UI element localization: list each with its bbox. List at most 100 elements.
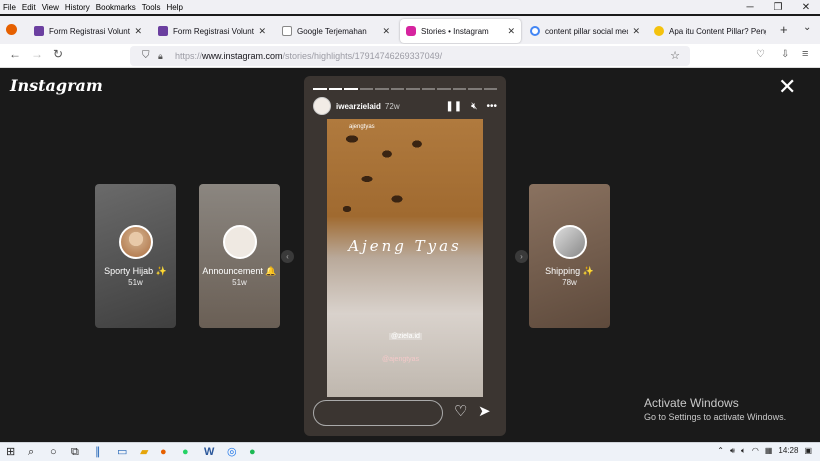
story-time: 72w [384,101,400,111]
reload-icon[interactable]: ↻ [53,47,63,61]
speaker-icon[interactable]: 🔈︎ [741,446,746,456]
next-story-arrow[interactable]: › [515,250,528,263]
firefox-icon[interactable] [6,24,17,35]
progress-segment [406,88,420,90]
highlight-title: Shipping ✨ [545,266,594,276]
instagram-logo[interactable]: Instagram [10,76,103,95]
tab-label: Apa itu Content Pillar? Peng [669,26,766,36]
tab-instagram-stories[interactable]: Stories • Instagram ✕ [400,19,521,43]
windows-start-icon[interactable]: ⊞ [6,445,15,460]
menu-edit[interactable]: Edit [19,3,39,12]
highlight-avatar [119,225,153,259]
reply-input[interactable] [313,400,443,426]
clock[interactable]: 14:28 [778,446,798,456]
menu-icon[interactable]: ≡ [802,48,808,60]
close-tab-icon[interactable]: ✕ [134,26,142,37]
tab-label: Google Terjemahan [297,26,367,36]
minimize-button[interactable]: ─ [736,0,764,16]
story-mention-tag[interactable]: @ajengtyas [382,356,419,363]
form-icon [158,26,168,36]
bookmark-star-icon[interactable]: ☆ [670,46,680,66]
pocket-icon[interactable]: ♡ [756,49,765,60]
story-controls: ❚❚ 🔇︎ ••• [445,101,497,112]
folder-icon[interactable]: ▭ [117,445,127,460]
notification-icon[interactable]: ▣ [804,446,812,456]
story-mention-tag[interactable]: @ziela.id [389,333,422,340]
menu-tools[interactable]: Tools [139,3,164,12]
progress-segment [344,88,358,90]
close-tab-icon[interactable]: ✕ [507,26,515,37]
menu-bar: File Edit View History Bookmarks Tools H… [0,0,820,14]
downloads-icon[interactable]: ⇩ [781,49,789,60]
spotify-icon[interactable]: ● [249,445,256,460]
close-stories-button[interactable]: ✕ [778,76,796,98]
tab-form-2[interactable]: Form Registrasi Volunteer Jak ✕ [152,19,272,43]
browser-icon[interactable]: ◎ [227,445,237,460]
progress-segment [390,88,404,90]
send-icon[interactable]: ➤ [478,402,491,420]
tab-form-1[interactable]: Form Registrasi Volunteer Jak ✕ [28,19,148,43]
watermark-line-1: Activate Windows [644,396,739,410]
task-view-icon[interactable]: ⧉ [71,445,79,460]
progress-segment [375,88,389,90]
maximize-button[interactable]: ❐ [764,0,792,16]
story-media[interactable]: ajengtyas Ajeng Tyas @ziela.id @ajengtya… [327,119,483,397]
close-window-button[interactable]: ✕ [792,0,820,16]
close-tab-icon[interactable]: ✕ [632,26,640,37]
progress-segment [313,88,327,90]
forward-icon[interactable]: → [31,47,43,61]
heart-icon[interactable]: ♡ [454,402,467,420]
whatsapp-icon[interactable]: ● [182,445,189,460]
back-icon[interactable]: ← [9,47,21,61]
mute-icon[interactable]: 🔇︎ [471,101,477,112]
pen-app-icon[interactable]: ∥ [95,445,101,460]
tab-bar: Form Registrasi Volunteer Jak ✕ Form Reg… [0,16,820,44]
pause-icon[interactable]: ❚❚ [445,101,462,112]
emoji-icon [654,26,664,36]
menu-view[interactable]: View [39,3,62,12]
menu-bookmarks[interactable]: Bookmarks [93,3,139,12]
close-tab-icon[interactable]: ✕ [258,26,266,37]
cortana-icon[interactable]: ○ [50,445,57,460]
address-bar[interactable]: ⛉ 🔒︎ https://www.instagram.com/stories/h… [130,46,690,66]
list-tabs-icon[interactable]: ⌄ [803,22,811,33]
lock-icon[interactable]: 🔒︎ [158,46,163,66]
search-icon[interactable]: ⌕ [28,445,34,460]
keyboard-icon[interactable]: ▦ [765,446,773,456]
page-icon [282,26,292,36]
story-avatar[interactable] [313,97,331,115]
navigation-bar: ← → ↻ ⛉ 🔒︎ https://www.instagram.com/sto… [0,44,820,68]
highlight-age: 51w [128,278,143,287]
progress-segment [421,88,435,90]
tab-content-pillar[interactable]: content pillar social media - ✕ [524,19,646,43]
story-username[interactable]: iwearzielaid [336,102,381,111]
tab-google-translate[interactable]: Google Terjemahan ✕ [276,19,396,43]
close-tab-icon[interactable]: ✕ [382,26,390,37]
chevron-up-icon[interactable]: ⌃ [717,446,724,456]
url-path: /stories/highlights/17914746269337049/ [282,51,443,61]
highlight-age: 78w [562,278,577,287]
volume-icon[interactable]: 🔊︎ [730,446,735,456]
google-icon [530,26,540,36]
file-explorer-icon[interactable]: ▰ [140,445,148,460]
story-header: iwearzielaid 72w ❚❚ 🔇︎ ••• [313,96,497,116]
window-controls: ─ ❐ ✕ [736,0,820,16]
menu-file[interactable]: File [0,3,19,12]
shield-icon[interactable]: ⛉ [142,46,150,66]
tab-label: Form Registrasi Volunteer Jak [173,26,254,36]
firefox-taskbar-icon[interactable]: ● [160,445,167,460]
word-icon[interactable]: W [204,445,214,460]
highlight-age: 51w [232,278,247,287]
previous-story-arrow[interactable]: ‹ [281,250,294,263]
wifi-icon[interactable]: ◠ [752,446,759,456]
menu-help[interactable]: Help [163,3,185,12]
highlight-announcement[interactable]: Announcement 🔔 51w [199,184,280,328]
new-tab-icon[interactable]: + [780,22,788,37]
menu-history[interactable]: History [62,3,93,12]
highlight-shipping[interactable]: Shipping ✨ 78w [529,184,610,328]
more-options-icon[interactable]: ••• [486,101,497,112]
tab-label: content pillar social media - [545,26,628,36]
highlight-avatar [553,225,587,259]
tab-apa-itu[interactable]: Apa itu Content Pillar? Peng [648,19,772,43]
highlight-sporty-hijab[interactable]: Sporty Hijab ✨ 51w [95,184,176,328]
